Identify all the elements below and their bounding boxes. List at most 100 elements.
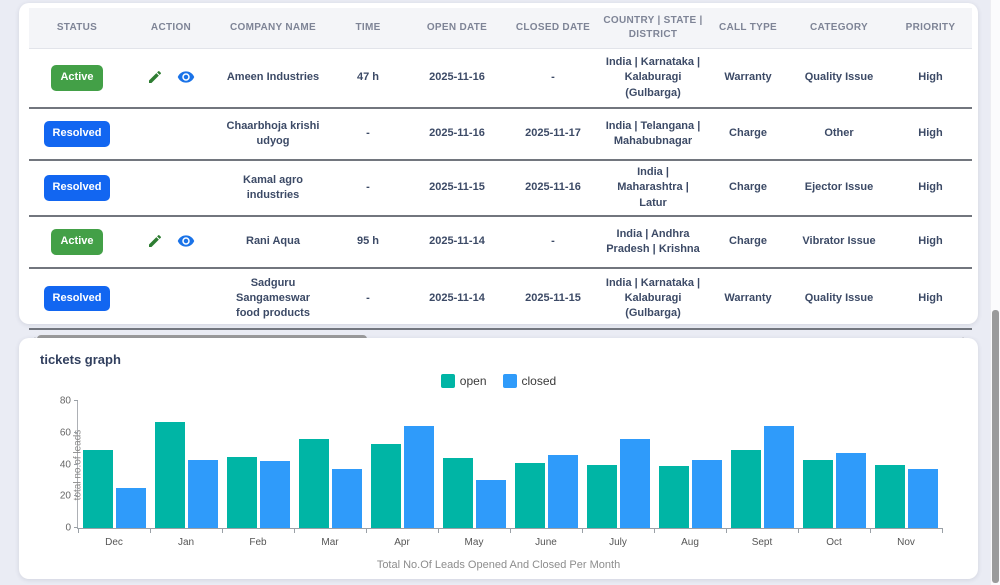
priority-cell: High (889, 49, 972, 109)
bar-closed[interactable] (908, 469, 938, 528)
month-tick-label: Nov (870, 537, 942, 548)
bar-closed[interactable] (836, 453, 866, 528)
bar-open[interactable] (803, 460, 833, 528)
closed-date-cell: 2025-11-16 (507, 160, 599, 216)
x-tick-mark (222, 528, 223, 533)
closed-date-cell: 2025-11-17 (507, 108, 599, 160)
x-tick-mark (366, 528, 367, 533)
month-tick-label: Feb (222, 537, 294, 548)
bar-closed[interactable] (116, 488, 146, 528)
col-header-category: Category (789, 8, 889, 49)
category-cell: Other (789, 108, 889, 160)
bar-open[interactable] (371, 444, 401, 528)
closed-date-cell: 2025-11-15 (507, 268, 599, 329)
month-tick-label: Aug (654, 537, 726, 548)
bar-closed[interactable] (764, 426, 794, 528)
table-header-row: Status Action Company Name Time Open Dat… (29, 8, 972, 49)
bar-closed[interactable] (260, 461, 290, 528)
priority-cell: High (889, 108, 972, 160)
call-type-cell: Warranty (707, 268, 789, 329)
bar-open[interactable] (83, 450, 113, 528)
open-date-cell: 2025-11-16 (407, 108, 507, 160)
priority-cell: High (889, 268, 972, 329)
time-cell: 47 h (329, 49, 407, 109)
category-cell: Quality Issue (789, 268, 889, 329)
bar-open[interactable] (875, 465, 905, 529)
closed-date-cell: - (507, 49, 599, 109)
country-cell: India | Andhra Pradesh | Krishna (599, 216, 707, 268)
month-tick-label: Jan (150, 537, 222, 548)
legend-item-closed[interactable]: closed (503, 374, 557, 388)
x-tick-mark (870, 528, 871, 533)
x-tick-mark (78, 528, 79, 533)
month-tick-label: Mar (294, 537, 366, 548)
vertical-scrollbar-thumb[interactable] (992, 310, 999, 583)
country-cell: India | Karnataka | Kalaburagi (Gulbarga… (599, 268, 707, 329)
tickets-table: Status Action Company Name Time Open Dat… (29, 8, 972, 330)
month-tick-label: Sept (726, 537, 798, 548)
x-tick-mark (654, 528, 655, 533)
bar-open[interactable] (587, 465, 617, 529)
bar-open[interactable] (155, 422, 185, 528)
company-name-cell: Chaarbhoja krishi udyog (217, 108, 329, 160)
y-tick-label: 80 (60, 396, 71, 407)
bar-open[interactable] (731, 450, 761, 528)
view-button[interactable] (177, 232, 195, 253)
bar-closed[interactable] (332, 469, 362, 528)
pencil-icon (147, 69, 163, 88)
eye-icon (177, 68, 195, 89)
bar-group-mar: Mar (294, 401, 366, 528)
month-tick-label: Oct (798, 537, 870, 548)
bar-group-aug: Aug (654, 401, 726, 528)
status-badge: Active (51, 65, 102, 90)
bar-open[interactable] (227, 457, 257, 528)
month-tick-label: May (438, 537, 510, 548)
bar-closed[interactable] (404, 426, 434, 528)
open-series-swatch (441, 374, 455, 388)
bar-closed[interactable] (620, 439, 650, 528)
col-header-country: Country | State | District (599, 8, 707, 49)
edit-button[interactable] (147, 233, 163, 252)
month-tick-label: June (510, 537, 582, 548)
legend-label-open: open (460, 374, 487, 388)
chart-plot-area: total no.of leads DecJanFebMarAprMayJune… (77, 401, 942, 529)
bar-closed[interactable] (188, 460, 218, 528)
country-cell: India | Maharashtra | Latur (599, 160, 707, 216)
table-row: Active Rani Aqua 95 h 2025-11-14 - India… (29, 216, 972, 268)
view-button[interactable] (177, 68, 195, 89)
bar-group-sept: Sept (726, 401, 798, 528)
bar-open[interactable] (659, 466, 689, 528)
col-header-priority: Priority (889, 8, 972, 49)
bar-closed[interactable] (548, 455, 578, 528)
x-tick-mark (726, 528, 727, 533)
bar-closed[interactable] (692, 460, 722, 528)
x-tick-mark (294, 528, 295, 533)
y-tick-mark (74, 400, 78, 401)
time-cell: - (329, 108, 407, 160)
bar-closed[interactable] (476, 480, 506, 528)
country-cell: India | Telangana | Mahabubnagar (599, 108, 707, 160)
country-cell: India | Karnataka | Kalaburagi (Gulbarga… (599, 49, 707, 109)
legend-item-open[interactable]: open (441, 374, 487, 388)
bar-open[interactable] (443, 458, 473, 528)
col-header-action: Action (125, 8, 217, 49)
category-cell: Quality Issue (789, 49, 889, 109)
closed-series-swatch (503, 374, 517, 388)
x-tick-mark (510, 528, 511, 533)
col-header-company-name: Company Name (217, 8, 329, 49)
company-name-cell: Rani Aqua (217, 216, 329, 268)
legend-label-closed: closed (522, 374, 557, 388)
chart-bars: DecJanFebMarAprMayJuneJulyAugSeptOctNov (78, 401, 942, 528)
month-tick-label: Dec (78, 537, 150, 548)
edit-button[interactable] (147, 69, 163, 88)
bar-group-jan: Jan (150, 401, 222, 528)
company-name-cell: Kamal agro industries (217, 160, 329, 216)
bar-open[interactable] (299, 439, 329, 528)
table-row: Active Ameen Industries 47 h 2025-11-16 … (29, 49, 972, 109)
col-header-call-type: Call Type (707, 8, 789, 49)
x-tick-mark (582, 528, 583, 533)
tickets-graph-card: tickets graph open closed total no.of le… (19, 338, 978, 579)
time-cell: - (329, 268, 407, 329)
vertical-scrollbar[interactable] (990, 0, 1000, 585)
bar-open[interactable] (515, 463, 545, 528)
